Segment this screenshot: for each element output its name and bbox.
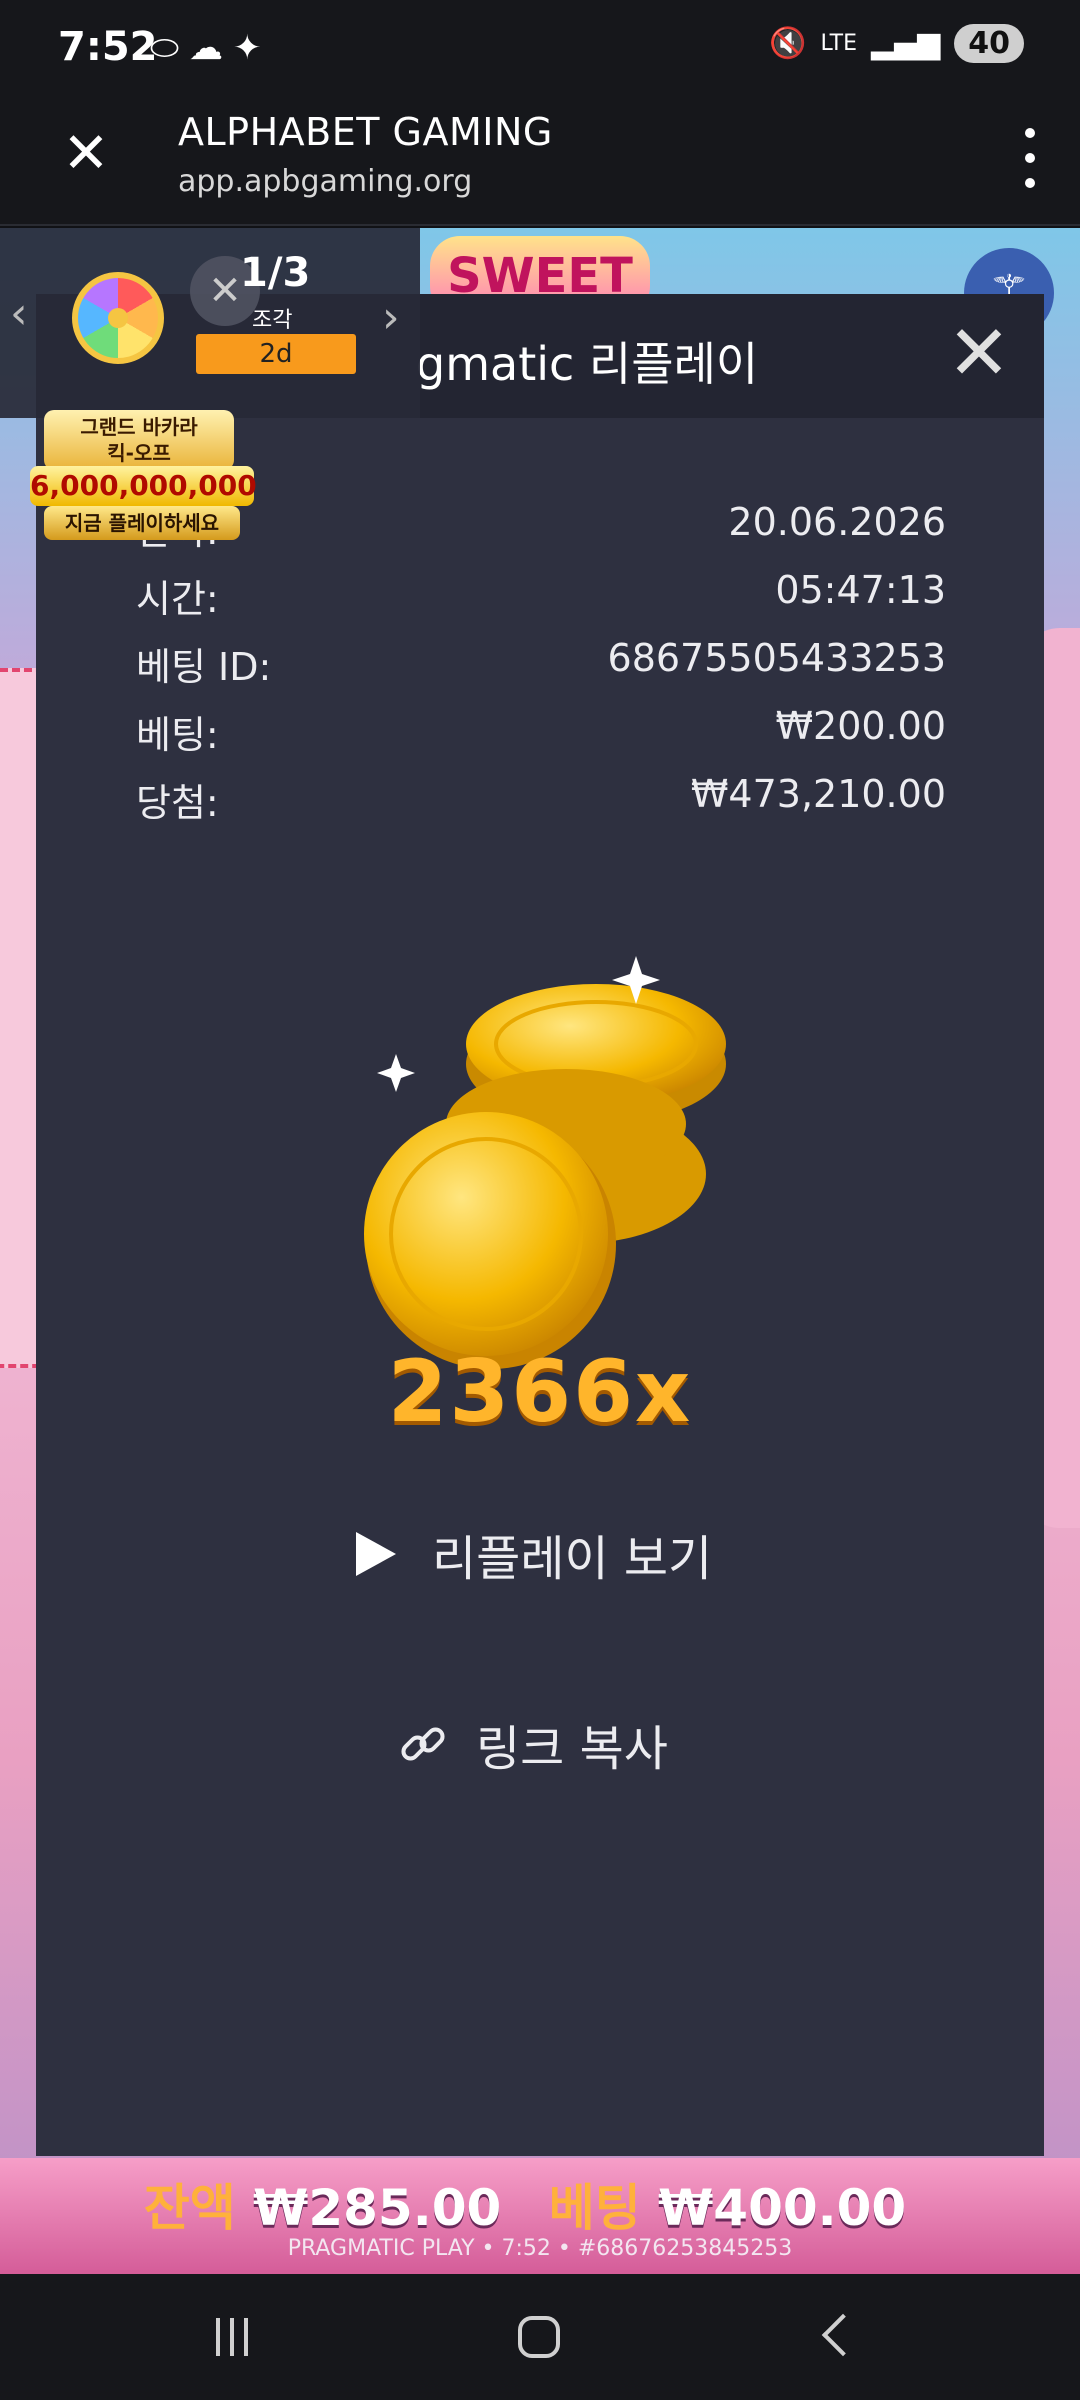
gold-coins-illustration <box>364 956 726 1369</box>
close-icon[interactable]: ✕ <box>56 124 116 184</box>
detail-label: 베팅 ID: <box>136 645 272 689</box>
promo-count: 1/3 <box>240 250 311 296</box>
detail-label: 당첨: <box>136 781 219 825</box>
detail-row-bet-id: 베팅 ID: 68675505433253 <box>136 636 946 704</box>
play-icon <box>356 1532 396 1576</box>
baccarat-amount: 6,000,000,000원 <box>30 466 257 542</box>
prize-wheel-icon[interactable] <box>72 272 164 364</box>
mute-icon: 🔇 <box>769 26 807 61</box>
modal-title: gmatic 리플레이 <box>416 337 759 391</box>
page-title: ALPHABET GAMING <box>178 110 553 154</box>
chevron-right-icon[interactable]: › <box>382 292 400 343</box>
promo-sub-label: 조각 <box>252 308 293 333</box>
browser-toolbar: ✕ ALPHABET GAMING app.apbgaming.org <box>0 96 1080 226</box>
close-icon[interactable]: ✕ <box>942 315 1016 391</box>
baccarat-title-line2: 킥-오프 <box>107 441 171 465</box>
chevron-left-icon[interactable]: ‹ <box>10 288 28 339</box>
battery-level: 40 <box>954 24 1024 63</box>
detail-value: ₩200.00 <box>775 704 946 748</box>
detail-row-time: 시간: 05:47:13 <box>136 568 946 636</box>
balance-label: 잔액 <box>143 2179 236 2237</box>
status-bar: 7:52 ⬭ ☁ ✦ 🔇 LTE ▂▄▆ 40 <box>0 0 1080 96</box>
watch-replay-button[interactable]: 리플레이 보기 <box>356 1514 712 1594</box>
notification-icon: ⬭ <box>150 28 180 68</box>
more-menu-icon[interactable] <box>1010 128 1050 188</box>
recent-apps-icon[interactable] <box>216 2318 248 2356</box>
cloud-icon: ☁ <box>189 28 224 68</box>
copy-link-button[interactable]: 링크 복사 <box>396 1704 668 1784</box>
bet-label: 베팅 <box>548 2179 641 2237</box>
copy-link-label: 링크 복사 <box>476 1721 668 1777</box>
baccarat-promo-banner[interactable]: 그랜드 바카라 킥-오프 6,000,000,000원 지금 플레이하세요 <box>30 410 257 542</box>
replay-modal: gmatic 리플레이 ✕ 날짜: 20.06.2026 시간: 05:47:1… <box>36 294 1044 2156</box>
signal-icon: ▂▄▆ <box>871 26 941 61</box>
baccarat-title-line1: 그랜드 바카라 <box>80 415 198 439</box>
back-icon[interactable] <box>821 2313 865 2357</box>
home-icon[interactable] <box>518 2316 560 2358</box>
game-footer: PRAGMATIC PLAY • 7:52 • #68676253845253 <box>287 2236 793 2261</box>
win-multiplier: 2366x <box>387 1342 693 1442</box>
balance-value: ₩285.00 <box>253 2179 502 2237</box>
game-balance-bar: 잔액 ₩285.00 베팅 ₩400.00 PRAGMATIC PLAY • 7… <box>0 2158 1080 2274</box>
bet-value: ₩400.00 <box>658 2179 907 2237</box>
detail-value: ₩473,210.00 <box>690 772 946 816</box>
detail-value: 68675505433253 <box>607 636 946 680</box>
baccarat-play-cta[interactable]: 지금 플레이하세요 <box>44 506 240 540</box>
detail-row-date: 날짜: 20.06.2026 <box>136 500 946 568</box>
promo-widget[interactable]: ‹ ✕ 1/3 조각 2d › <box>0 228 420 418</box>
detail-value: 20.06.2026 <box>728 500 946 544</box>
system-nav-bar <box>0 2274 1080 2400</box>
promo-time-badge: 2d <box>196 334 356 374</box>
messenger-icon: ✦ <box>233 28 262 68</box>
watch-replay-label: 리플레이 보기 <box>432 1531 713 1587</box>
detail-value: 05:47:13 <box>775 568 946 612</box>
detail-row-bet: 베팅: ₩200.00 <box>136 704 946 772</box>
detail-label: 베팅: <box>136 713 219 757</box>
replay-details: 날짜: 20.06.2026 시간: 05:47:13 베팅 ID: 68675… <box>136 500 946 840</box>
detail-label: 시간: <box>136 577 219 621</box>
network-label: LTE <box>820 31 858 56</box>
detail-row-win: 당첨: ₩473,210.00 <box>136 772 946 840</box>
page-url: app.apbgaming.org <box>178 164 473 199</box>
link-icon <box>401 1727 445 1761</box>
status-time: 7:52 <box>58 24 158 70</box>
